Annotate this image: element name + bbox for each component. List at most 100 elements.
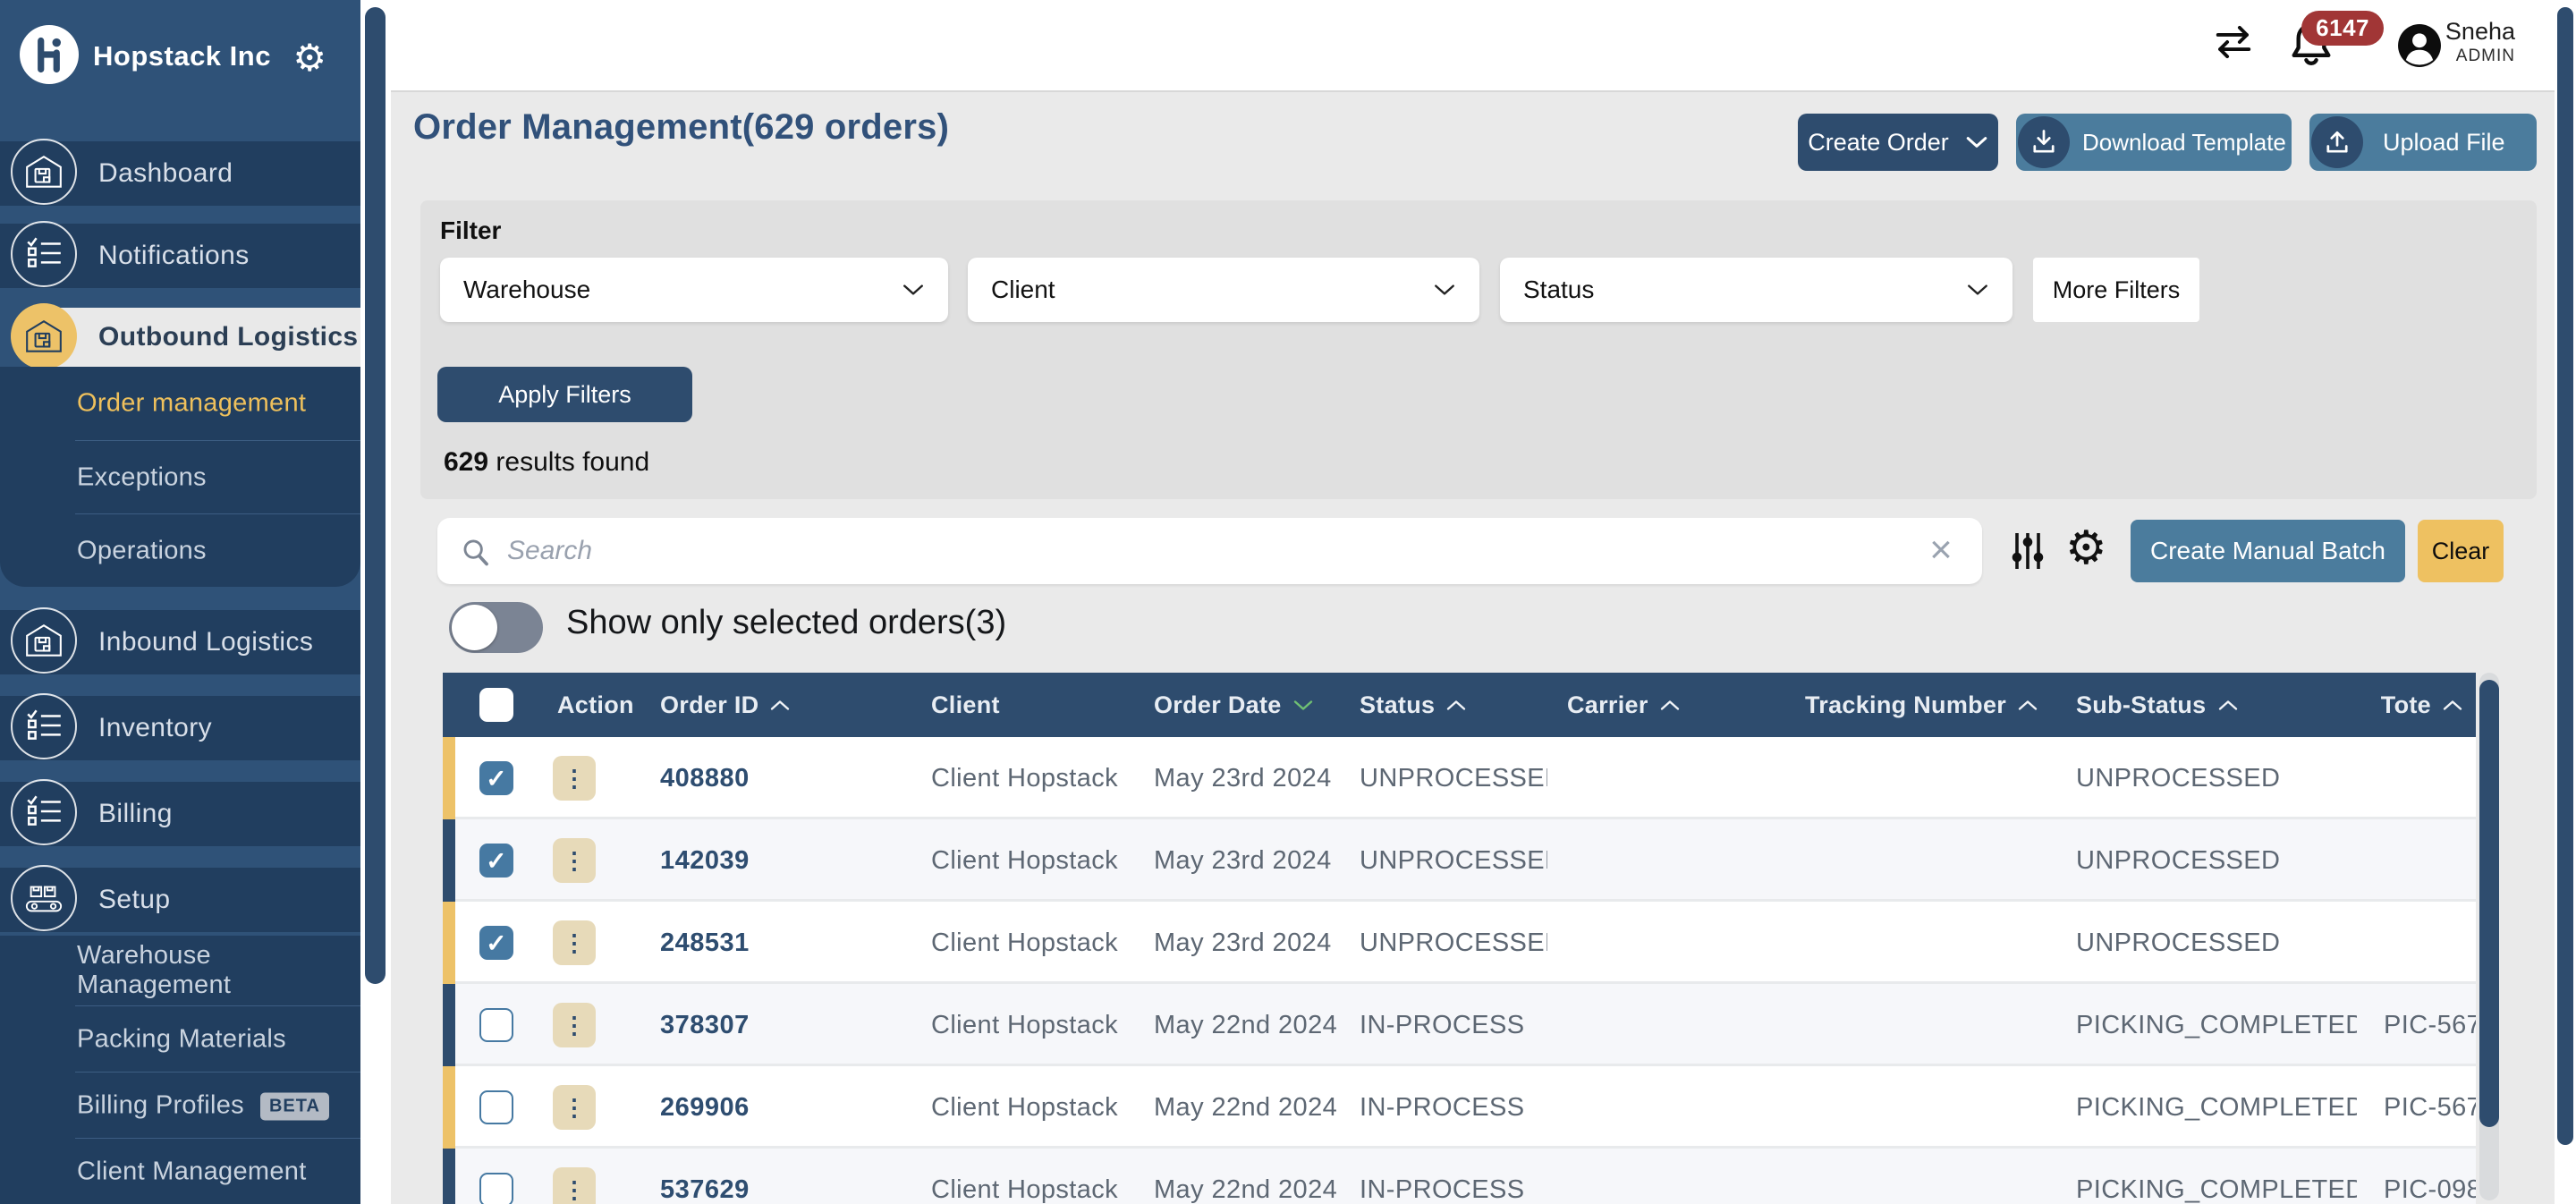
column-header-status[interactable]: Status [1340,691,1547,719]
status-cell: IN-PROCESS [1340,1093,1547,1123]
row-actions-button[interactable] [553,1167,596,1204]
apply-filters-button[interactable]: Apply Filters [437,367,692,422]
clear-search-icon[interactable] [1921,529,1961,572]
search-input[interactable] [507,523,1902,579]
column-header-tote[interactable]: Tote [2357,691,2476,719]
sort-up-icon [2017,699,2038,712]
clear-button[interactable]: Clear [2418,520,2504,582]
sidebar-item-setup[interactable]: Setup [0,868,360,932]
order-id-link[interactable]: 142039 [660,846,750,875]
row-actions-button[interactable] [553,838,596,883]
sidebar-item-notifications[interactable]: Notifications [0,224,360,288]
sidebar-subitem-exceptions[interactable]: Exceptions [0,440,360,513]
chevron-down-icon [902,283,925,297]
row-checkbox[interactable] [479,1008,513,1042]
column-header-order-date[interactable]: Order Date [1134,691,1340,719]
client-cell: Client Hopstack [911,846,1134,876]
show-selected-toggle[interactable] [449,602,543,653]
sidebar-item-billing[interactable]: Billing [0,782,360,846]
sidebar-subitem-order-management[interactable]: Order management [0,367,360,440]
column-filters-icon[interactable] [2008,530,2047,572]
tote-cell: PIC-098 [2357,1175,2476,1204]
sidebar-item-outbound-logistics[interactable]: Outbound Logistics [0,308,360,367]
table-scrollbar-thumb[interactable] [2479,680,2499,1127]
client-cell: Client Hopstack [911,1175,1134,1204]
column-header-client[interactable]: Client [911,691,1134,719]
order-id-link[interactable]: 248531 [660,928,750,957]
sidebar-item-inventory[interactable]: Inventory [0,696,360,760]
order-id-link[interactable]: 408880 [660,764,750,793]
avatar[interactable] [2397,23,2442,68]
swap-arrows-icon[interactable] [2213,25,2254,59]
sidebar-subitem-billing-profiles[interactable]: Billing ProfilesBETA [0,1072,360,1138]
row-actions-button[interactable] [553,756,596,801]
order-date-cell: May 23rd 2024 [1134,846,1340,876]
row-actions-button[interactable] [553,920,596,965]
row-actions-button[interactable] [553,1003,596,1047]
sort-up-icon [2217,699,2239,712]
sidebar-subitem-packing-materials[interactable]: Packing Materials [0,1005,360,1072]
sidebar-item-inbound-logistics[interactable]: Inbound Logistics [0,610,360,674]
row-checkbox[interactable] [479,926,513,960]
column-header-action: Action [538,691,640,719]
upload-file-button[interactable]: Upload File [2309,114,2537,171]
column-header-sub-status[interactable]: Sub-Status [2056,691,2357,719]
beta-badge: BETA [260,1092,329,1120]
search-icon [461,537,491,567]
create-order-button[interactable]: Create Order [1798,114,1998,171]
order-id-link[interactable]: 537629 [660,1175,750,1204]
sidebar-item-label: Outbound Logistics [98,322,359,352]
sidebar-scrollbar-thumb[interactable] [365,7,386,984]
row-stripe [443,1066,455,1149]
table-row[interactable]: 269906 Client Hopstack May 22nd 2024 IN-… [443,1066,2476,1149]
status-filter-dropdown[interactable]: Status [1500,258,2012,322]
table-row[interactable]: 378307 Client Hopstack May 22nd 2024 IN-… [443,984,2476,1066]
sidebar-settings-gear-icon[interactable] [292,36,326,80]
client-filter-dropdown[interactable]: Client [968,258,1479,322]
table-settings-gear-icon[interactable] [2065,521,2107,575]
toggle-knob [452,605,497,650]
warehouse-icon [11,139,77,205]
row-checkbox[interactable] [479,1090,513,1124]
more-filters-button[interactable]: More Filters [2033,258,2199,322]
sub-status-cell: PICKING_COMPLETED [2056,1011,2357,1040]
order-id-link[interactable]: 269906 [660,1093,750,1122]
order-date-cell: May 22nd 2024 [1134,1093,1340,1123]
client-cell: Client Hopstack [911,1011,1134,1040]
row-actions-button[interactable] [553,1085,596,1130]
column-header-carrier[interactable]: Carrier [1547,691,1785,719]
table-scrollbar[interactable] [2479,673,2499,1200]
row-checkbox[interactable] [479,761,513,795]
download-template-button[interactable]: Download Template [2016,114,2292,171]
select-all-checkbox[interactable] [479,688,513,722]
sidebar-item-dashboard[interactable]: Dashboard [0,141,360,206]
table-row[interactable]: 537629 Client Hopstack May 22nd 2024 IN-… [443,1149,2476,1204]
warehouse-filter-dropdown[interactable]: Warehouse [440,258,948,322]
sidebar-subitem-operations[interactable]: Operations [0,513,360,587]
column-header-tracking-number[interactable]: Tracking Number [1785,691,2056,719]
sidebar-subitem-warehouse-management[interactable]: Warehouse Management [0,936,360,1005]
row-checkbox[interactable] [479,1173,513,1204]
sidebar-item-label: Setup [98,885,170,915]
table-row[interactable]: 248531 Client Hopstack May 23rd 2024 UNP… [443,902,2476,984]
sub-status-cell: UNPROCESSED [2056,846,2357,876]
column-header-order-id[interactable]: Order ID [640,691,911,719]
page-scrollbar[interactable] [2555,0,2576,1204]
sidebar-scrollbar[interactable] [360,0,391,1204]
chevron-down-icon [1433,283,1456,297]
sidebar-item-label: Billing [98,799,173,829]
row-stripe [443,984,455,1066]
row-checkbox[interactable] [479,844,513,878]
user-name: Sneha [2445,18,2515,46]
order-id-link[interactable]: 378307 [660,1011,750,1039]
sort-up-icon [1659,699,1681,712]
sidebar-subitem-client-management[interactable]: Client Management [0,1138,360,1204]
notification-count-badge[interactable]: 6147 [2301,11,2384,46]
table-row[interactable]: 142039 Client Hopstack May 23rd 2024 UNP… [443,819,2476,902]
table-header-row: Action Order ID Client Order Date Status… [443,673,2476,737]
status-cell: UNPROCESSED [1340,846,1547,876]
table-row[interactable]: 408880 Client Hopstack May 23rd 2024 UNP… [443,737,2476,819]
download-icon [2018,116,2070,168]
create-manual-batch-button[interactable]: Create Manual Batch [2131,520,2405,582]
page-scrollbar-thumb[interactable] [2557,7,2573,1145]
